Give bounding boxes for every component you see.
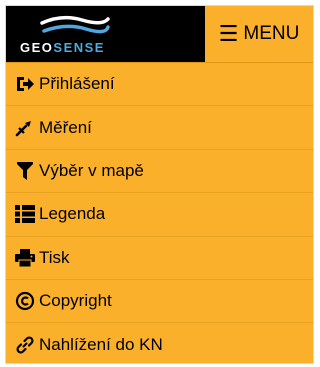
menu-item-map-selection[interactable]: Výběr v mapě [6,150,313,194]
menu-item-measure[interactable]: Měření [6,106,313,150]
menu-item-copyright[interactable]: Copyright [6,280,313,324]
logo-waves-icon [40,15,110,33]
hamburger-icon: ☰ [218,21,239,46]
measure-icon [15,118,35,138]
menu-item-label: Nahlížení do KN [39,335,163,355]
menu-item-label: Copyright [39,291,112,311]
menu-item-label: Přihlášení [39,74,115,94]
menu-button-label: MENU [243,23,300,44]
login-icon [15,74,35,94]
logo-text-geo: GEO [20,39,54,55]
menu-item-login[interactable]: Přihlášení [6,63,313,107]
menu-panel: GEOSENSE ☰ MENU Přihlášení Měření Výběr … [5,5,314,364]
list-icon [15,204,35,224]
menu-item-print[interactable]: Tisk [6,237,313,280]
header: GEOSENSE ☰ MENU [6,6,313,63]
menu-item-label: Výběr v mapě [39,160,144,180]
menu-button[interactable]: ☰ MENU [205,6,313,62]
logo-text: GEOSENSE [20,40,105,55]
menu-item-label: Legenda [39,204,106,224]
link-icon [15,335,35,355]
filter-icon [15,161,35,181]
menu-item-label: Tisk [39,247,70,267]
menu-item-label: Měření [39,117,92,137]
logo-text-sense: SENSE [53,39,105,55]
menu-item-cadastre-view[interactable]: Nahlížení do KN [6,323,313,366]
menu-item-legend[interactable]: Legenda [6,193,313,237]
print-icon [15,248,35,268]
copyright-icon [15,291,35,311]
geosense-logo[interactable]: GEOSENSE [6,6,205,62]
